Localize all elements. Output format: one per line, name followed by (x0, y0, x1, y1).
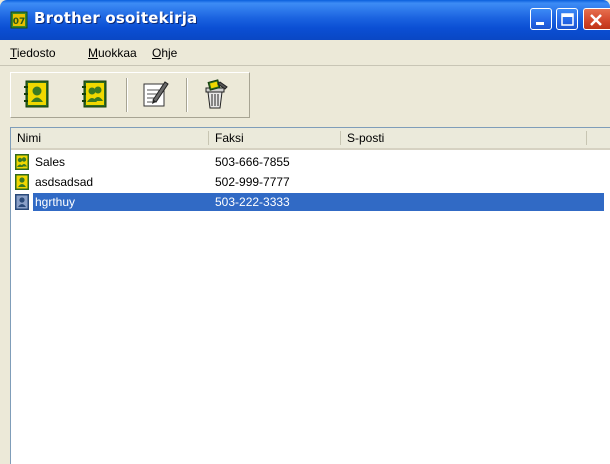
toolbar-separator (186, 78, 188, 112)
menu-file[interactable]: Tiedosto (10, 46, 56, 60)
menu-edit-label: uokkaa (98, 46, 137, 60)
svg-text:07: 07 (13, 17, 26, 27)
toolbar (0, 66, 610, 126)
minimize-icon (536, 22, 544, 25)
column-header-fax-label: Faksi (215, 131, 244, 145)
menu-file-label: iedosto (16, 46, 56, 60)
window-title: Brother osoitekirja (34, 9, 198, 27)
column-header-name[interactable]: Nimi (11, 128, 209, 148)
contact-fax: 502-999-7777 (215, 175, 290, 189)
column-header-email[interactable]: S-posti (341, 128, 587, 148)
column-header-email-label: S-posti (347, 131, 385, 145)
title-bar[interactable]: 07 Brother osoitekirja (0, 0, 610, 40)
address-book-window: 07 Brother osoitekirja Tiedosto Muokkaa … (0, 0, 610, 464)
close-button[interactable] (583, 8, 610, 30)
column-header-name-label: Nimi (17, 131, 41, 145)
address-list[interactable]: Nimi Faksi S-posti Sales 503-666-7855 as… (10, 127, 610, 464)
menu-help-accel: O (152, 46, 162, 60)
list-header: Nimi Faksi S-posti (11, 128, 610, 150)
menu-bar: Tiedosto Muokkaa Ohje (0, 40, 610, 66)
new-group-icon[interactable] (80, 78, 110, 110)
minimize-button[interactable] (530, 8, 552, 30)
edit-icon[interactable] (140, 78, 170, 110)
list-item-selected[interactable]: hgrthuy 503-222-3333 (11, 192, 605, 212)
list-item[interactable]: Sales 503-666-7855 (11, 152, 605, 172)
contact-fax: 503-666-7855 (215, 155, 290, 169)
close-icon (590, 14, 602, 26)
menu-edit[interactable]: Muokkaa (88, 46, 137, 60)
contact-fax: 503-222-3333 (215, 195, 290, 209)
contact-name: hgrthuy (33, 193, 78, 211)
menu-edit-accel: M (88, 46, 98, 60)
contact-name: asdsadsad (35, 175, 94, 189)
column-divider[interactable] (586, 131, 587, 145)
menu-help-label: hje (161, 46, 178, 60)
contact-name: Sales (35, 155, 66, 169)
menu-file-accel: T (10, 46, 17, 60)
column-header-fax[interactable]: Faksi (209, 128, 341, 148)
maximize-button[interactable] (556, 8, 578, 30)
list-item[interactable]: asdsadsad 502-999-7777 (11, 172, 605, 192)
new-contact-icon[interactable] (22, 78, 52, 110)
toolbar-separator (126, 78, 128, 112)
selection-highlight (33, 193, 604, 211)
contact-icon (15, 174, 29, 190)
delete-icon[interactable] (200, 78, 230, 110)
menu-help[interactable]: Ohje (152, 46, 177, 60)
maximize-icon (561, 13, 574, 26)
contact-icon (15, 194, 29, 210)
address-book-icon: 07 (10, 11, 28, 29)
group-icon (15, 154, 29, 170)
